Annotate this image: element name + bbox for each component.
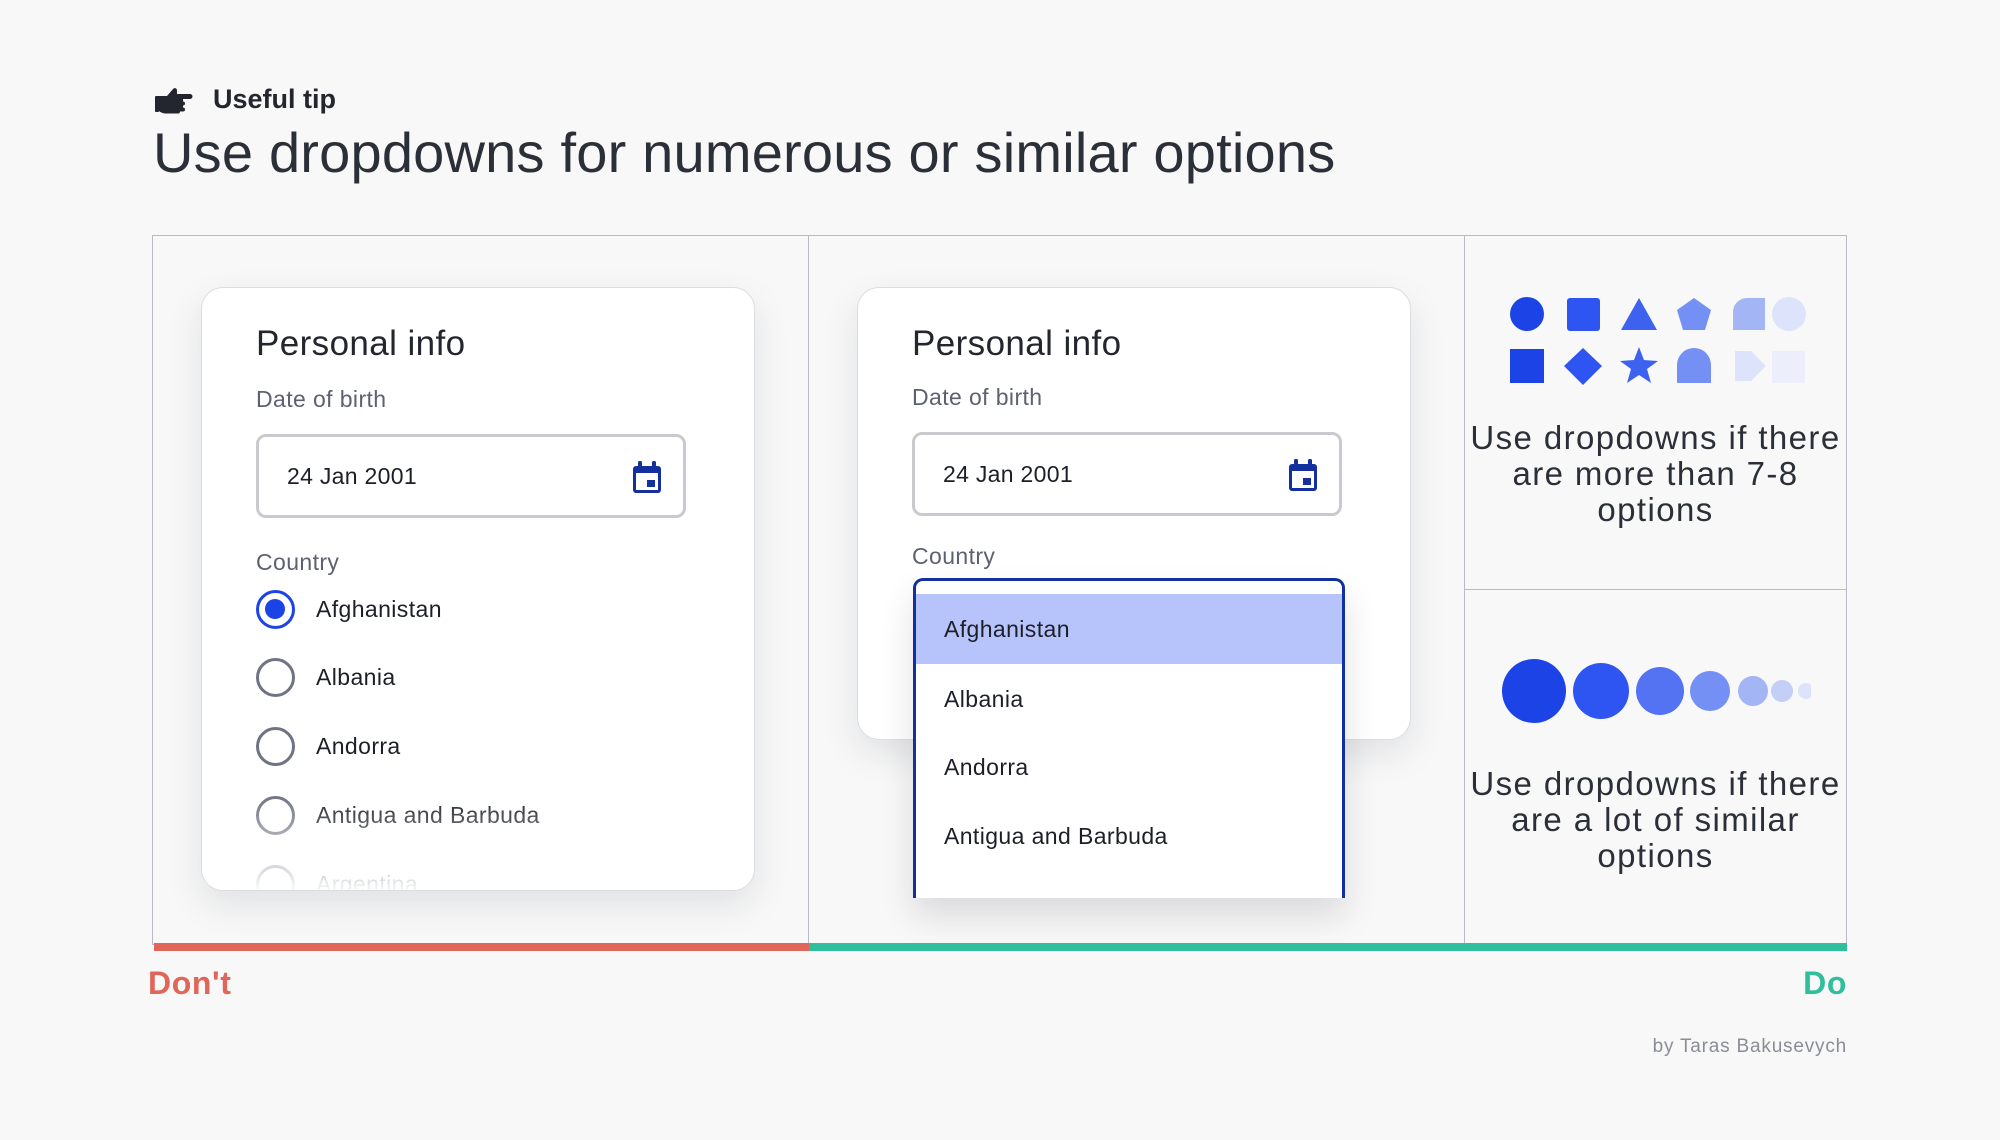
pointing-hand-icon (155, 86, 193, 114)
dont-label: Don't (148, 965, 232, 1001)
do-example-panel: Personal info Date of birth 24 Jan 2001 … (808, 235, 1466, 945)
star-icon (1620, 347, 1658, 383)
calendar-icon[interactable] (1287, 459, 1319, 493)
dropdown-option-afghanistan[interactable]: Afghanistan (916, 594, 1342, 664)
circle-icon (1573, 663, 1629, 719)
author-credit: by Taras Bakusevych (1652, 1036, 1847, 1057)
radio-option-albania[interactable]: Albania (256, 658, 396, 697)
page-title: Use dropdowns for numerous or similar op… (153, 121, 1336, 184)
radio-button[interactable] (256, 865, 295, 890)
circle-icon (1690, 671, 1730, 711)
radio-label: Afghanistan (316, 596, 442, 622)
square-icon (1772, 351, 1805, 383)
square-icon (1567, 298, 1600, 331)
circle-icon (1772, 297, 1806, 331)
circle-icon (1738, 676, 1768, 706)
radio-button[interactable] (256, 727, 295, 766)
country-label: Country (912, 543, 996, 569)
shape-icons-grid (1510, 297, 1806, 385)
card-title: Personal info (256, 324, 466, 363)
dropdown-option-albania[interactable]: Albania (916, 664, 1342, 734)
many-options-caption: Use dropdowns if there are more than 7-8… (1470, 419, 1841, 528)
radio-option-andorra[interactable]: Andorra (256, 727, 401, 766)
similar-circles-row (1502, 659, 1811, 723)
date-of-birth-label: Date of birth (912, 384, 1043, 410)
radio-label: Albania (316, 664, 396, 690)
radio-button[interactable] (256, 658, 295, 697)
pentagon-icon (1677, 298, 1711, 330)
tip-label: Useful tip (213, 84, 337, 114)
triangle-icon (1621, 298, 1657, 330)
diamond-icon (1564, 348, 1602, 385)
date-value: 24 Jan 2001 (287, 462, 417, 489)
calendar-icon[interactable] (631, 461, 663, 495)
card-title: Personal info (912, 324, 1122, 363)
many-options-tile: Use dropdowns if there are more than 7-8… (1464, 235, 1847, 590)
country-dropdown[interactable]: Afghanistan Albania Andorra Antigua and … (913, 578, 1345, 898)
useful-tip-header: Useful tip (155, 84, 336, 115)
circle-icon (1771, 680, 1793, 702)
arch-icon (1677, 348, 1711, 383)
circle-icon (1502, 659, 1566, 723)
rounded-square-icon (1733, 298, 1765, 330)
date-of-birth-label: Date of birth (256, 386, 387, 412)
tag-icon (1735, 351, 1766, 381)
radio-label: Andorra (316, 733, 401, 759)
personal-info-card: Personal info Date of birth 24 Jan 2001 … (201, 287, 755, 891)
date-of-birth-field[interactable]: 24 Jan 2001 (256, 434, 686, 518)
similar-options-tile: Use dropdowns if there are a lot of simi… (1464, 589, 1847, 945)
circle-icon (1510, 297, 1544, 331)
radio-option-afghanistan[interactable]: Afghanistan (256, 590, 442, 629)
dropdown-fade-overlay (916, 858, 1342, 898)
do-indicator-bar (809, 943, 1847, 951)
date-value: 24 Jan 2001 (943, 460, 1073, 487)
dont-example-panel: Personal info Date of birth 24 Jan 2001 … (152, 235, 809, 945)
radio-button[interactable] (256, 590, 295, 629)
square-icon (1510, 349, 1544, 383)
radio-button[interactable] (256, 796, 295, 835)
circle-icon (1636, 667, 1684, 715)
similar-options-caption: Use dropdowns if there are a lot of simi… (1470, 765, 1841, 874)
radio-option-antigua-and-barbuda[interactable]: Antigua and Barbuda (256, 796, 540, 835)
do-label: Do (1803, 965, 1847, 1001)
circle-icon (1798, 683, 1811, 699)
radio-option-argentina[interactable]: Argentina (256, 865, 419, 891)
dont-indicator-bar (154, 943, 809, 951)
radio-label: Antigua and Barbuda (316, 802, 540, 828)
dropdown-option-andorra[interactable]: Andorra (916, 732, 1342, 802)
country-label: Country (256, 549, 340, 575)
radio-label: Argentina (316, 871, 419, 891)
date-of-birth-field[interactable]: 24 Jan 2001 (912, 432, 1342, 516)
